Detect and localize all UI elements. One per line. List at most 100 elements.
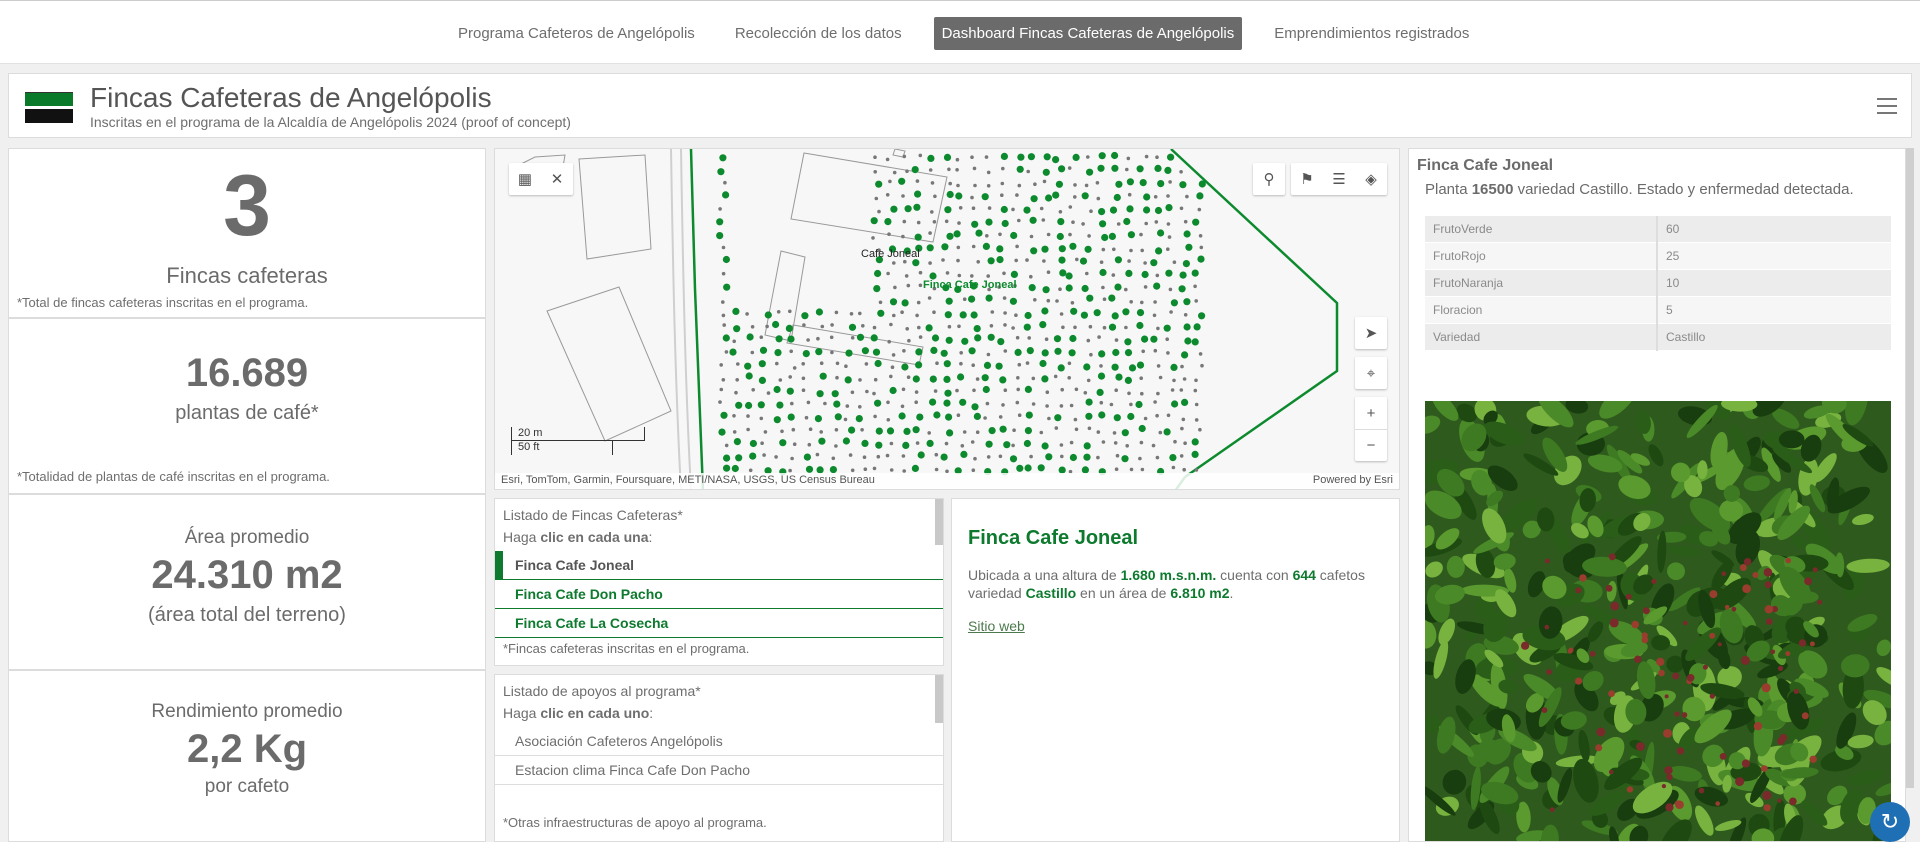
plant-point-green[interactable] (943, 360, 951, 368)
plant-point-green[interactable] (1113, 193, 1121, 202)
plant-point-green[interactable] (981, 193, 989, 201)
plant-point-grey[interactable] (930, 181, 935, 185)
plant-point-grey[interactable] (1140, 300, 1144, 305)
plant-point-grey[interactable] (736, 362, 740, 366)
plant-point-green[interactable] (717, 168, 725, 176)
plant-point-green[interactable] (997, 338, 1005, 346)
plant-point-grey[interactable] (957, 324, 961, 329)
plant-point-grey[interactable] (1152, 313, 1157, 318)
plant-point-grey[interactable] (893, 285, 897, 290)
plant-point-grey[interactable] (1017, 218, 1021, 223)
plant-point-grey[interactable] (1017, 362, 1022, 367)
plant-point-grey[interactable] (962, 297, 967, 301)
plant-point-grey[interactable] (1073, 195, 1077, 199)
plant-point-green[interactable] (1101, 233, 1109, 242)
plant-point-grey[interactable] (1129, 248, 1133, 253)
plant-point-grey[interactable] (1011, 207, 1015, 212)
plant-point-grey[interactable] (745, 312, 749, 316)
plant-point-grey[interactable] (719, 387, 724, 392)
plant-point-green[interactable] (1184, 337, 1192, 345)
plant-point-green[interactable] (1003, 441, 1011, 449)
plant-point-grey[interactable] (801, 388, 806, 392)
plant-point-green[interactable] (722, 191, 730, 199)
plant-point-grey[interactable] (1153, 348, 1158, 353)
plant-point-green[interactable] (1030, 195, 1038, 203)
plant-point-green[interactable] (973, 325, 981, 333)
plant-point-grey[interactable] (1015, 335, 1020, 340)
plant-point-grey[interactable] (1154, 220, 1159, 224)
plant-point-grey[interactable] (1074, 427, 1079, 432)
plant-point-grey[interactable] (986, 455, 991, 459)
plant-point-grey[interactable] (1155, 273, 1160, 278)
plant-point-grey[interactable] (860, 428, 864, 432)
plant-point-grey[interactable] (975, 430, 980, 435)
plant-point-green[interactable] (1042, 286, 1050, 294)
plant-point-green[interactable] (1163, 324, 1171, 332)
plant-point-green[interactable] (1111, 151, 1119, 160)
plant-point-green[interactable] (1010, 231, 1018, 240)
plant-point-grey[interactable] (1045, 404, 1049, 408)
plant-point-green[interactable] (731, 464, 739, 473)
plant-point-grey[interactable] (971, 244, 976, 249)
plant-point-green[interactable] (1135, 400, 1143, 409)
plant-point-green[interactable] (1108, 323, 1117, 331)
plant-point-grey[interactable] (1197, 207, 1202, 212)
plant-point-green[interactable] (1198, 312, 1206, 320)
plant-point-grey[interactable] (788, 309, 792, 314)
plant-point-green[interactable] (1079, 257, 1088, 265)
plant-point-grey[interactable] (900, 404, 905, 409)
plant-point-grey[interactable] (886, 400, 890, 405)
plant-point-grey[interactable] (976, 260, 980, 264)
plant-point-green[interactable] (1098, 208, 1106, 216)
plant-point-grey[interactable] (971, 468, 976, 473)
plant-point-green[interactable] (848, 323, 857, 331)
plant-point-grey[interactable] (1166, 413, 1171, 418)
plant-point-grey[interactable] (1101, 285, 1105, 290)
plant-point-green[interactable] (1053, 335, 1062, 343)
plant-point-green[interactable] (802, 350, 810, 358)
plant-point-grey[interactable] (1016, 376, 1020, 380)
plant-point-grey[interactable] (906, 283, 911, 288)
plant-point-grey[interactable] (955, 157, 960, 162)
plant-point-grey[interactable] (1081, 222, 1085, 226)
plant-point-green[interactable] (889, 298, 898, 306)
plant-point-grey[interactable] (1069, 440, 1074, 445)
plant-point-green[interactable] (1054, 347, 1062, 355)
plant-point-green[interactable] (1017, 153, 1025, 161)
plant-point-green[interactable] (982, 385, 990, 394)
plant-point-green[interactable] (961, 337, 969, 345)
plant-point-grey[interactable] (1070, 301, 1075, 305)
plant-point-grey[interactable] (831, 456, 836, 461)
plant-point-grey[interactable] (1046, 270, 1051, 274)
plant-point-green[interactable] (1099, 220, 1107, 228)
plant-point-green[interactable] (1170, 363, 1178, 371)
plant-point-green[interactable] (1024, 311, 1032, 320)
plant-point-green[interactable] (1083, 453, 1091, 461)
plant-point-grey[interactable] (864, 362, 869, 366)
plant-point-green[interactable] (943, 375, 951, 383)
plant-point-grey[interactable] (1112, 431, 1117, 435)
plant-point-green[interactable] (1167, 153, 1175, 161)
plant-point-grey[interactable] (1144, 154, 1149, 159)
plant-point-grey[interactable] (1172, 260, 1177, 264)
plant-point-green[interactable] (1023, 323, 1031, 331)
plant-point-green[interactable] (1124, 349, 1133, 357)
plant-point-grey[interactable] (1033, 182, 1037, 186)
plant-point-green[interactable] (745, 372, 753, 380)
plant-point-grey[interactable] (1153, 195, 1158, 199)
plant-point-grey[interactable] (724, 350, 729, 354)
plant-point-green[interactable] (1025, 411, 1033, 419)
plant-point-grey[interactable] (1166, 222, 1171, 226)
plant-point-grey[interactable] (915, 313, 919, 318)
plant-point-green[interactable] (1157, 229, 1165, 237)
plant-point-grey[interactable] (1089, 209, 1093, 213)
plant-point-grey[interactable] (934, 467, 939, 472)
plant-point-grey[interactable] (721, 313, 726, 318)
plant-point-grey[interactable] (990, 310, 995, 314)
powered-by-link[interactable]: Powered by Esri (1313, 474, 1393, 486)
plant-point-green[interactable] (1164, 166, 1172, 174)
plant-point-green[interactable] (1150, 335, 1158, 343)
plant-point-green[interactable] (941, 243, 949, 251)
plant-point-grey[interactable] (1198, 352, 1203, 356)
plant-point-grey[interactable] (928, 261, 932, 265)
